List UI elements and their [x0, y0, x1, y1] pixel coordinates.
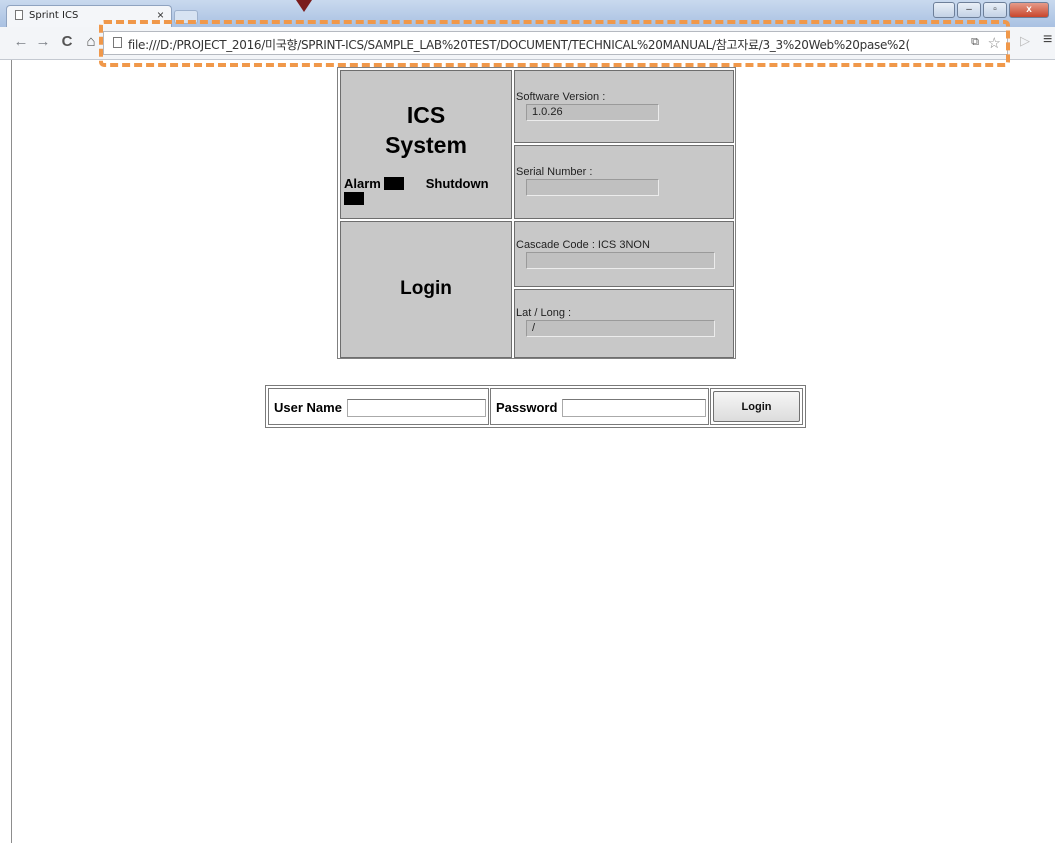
shutdown-indicator [344, 192, 364, 205]
serial-number-cell: Serial Number : [514, 145, 734, 219]
ics-system-cell: ICS System Alarm Shutdown [340, 70, 512, 219]
login-button[interactable]: Login [713, 391, 800, 422]
page-icon [15, 10, 23, 20]
software-version-label: Software Version : [516, 91, 606, 103]
page-viewport: ICS System Alarm Shutdown Software Versi… [0, 60, 1055, 843]
serial-number-label: Serial Number : [516, 166, 593, 178]
url-text[interactable]: file:///D:/PROJECT_2016/미국향/SPRINT-ICS/S… [128, 36, 968, 53]
lat-long-cell: Lat / Long : / [514, 289, 734, 358]
tab-close-icon[interactable]: × [157, 8, 164, 22]
address-bar[interactable]: file:///D:/PROJECT_2016/미국향/SPRINT-ICS/S… [103, 31, 1008, 55]
browser-toolbar: ← → C ⌂ file:///D:/PROJECT_2016/미국향/SPRI… [0, 27, 1055, 60]
lat-long-label: Lat / Long : [516, 307, 572, 319]
login-title: Login [400, 278, 452, 299]
forward-arrow-icon[interactable]: → [34, 33, 52, 50]
ics-status-panel: ICS System Alarm Shutdown Software Versi… [337, 67, 736, 359]
password-label: Password [496, 400, 558, 415]
extension-icon[interactable]: ▷ [1020, 33, 1030, 49]
minimize-button[interactable]: – [957, 2, 981, 18]
menu-icon[interactable]: ≡ [1043, 31, 1052, 49]
window-controls: – ▫ x [933, 2, 1049, 19]
ics-title-line1: ICS [406, 102, 446, 128]
user-name-cell: User Name [268, 388, 489, 425]
annotation-arrow [296, 0, 312, 12]
login-heading-cell: Login [340, 221, 512, 358]
back-arrow-icon[interactable]: ← [12, 33, 30, 50]
serial-number-field [526, 179, 659, 196]
bookmark-star-icon[interactable]: ☆ [988, 34, 1001, 52]
alarm-label: Alarm [344, 176, 381, 191]
new-tab-button[interactable] [174, 10, 198, 24]
ics-title-line2: System [385, 132, 467, 158]
cascade-code-field [526, 252, 715, 269]
cascade-code-label: Cascade Code : ICS 3NON [516, 239, 650, 251]
cascade-code-cell: Cascade Code : ICS 3NON [514, 221, 734, 287]
user-name-input[interactable] [347, 399, 486, 417]
login-form: User Name Password Login [265, 385, 806, 428]
window-titlebar: Sprint ICS × – ▫ x [0, 0, 1055, 27]
user-name-label: User Name [274, 400, 342, 415]
page-left-border [11, 60, 12, 843]
user-icon[interactable] [933, 2, 955, 18]
translate-icon[interactable]: ⧉ [971, 36, 979, 49]
page-icon [113, 37, 122, 48]
password-input[interactable] [562, 399, 706, 417]
shutdown-label: Shutdown [425, 176, 489, 191]
software-version-cell: Software Version : 1.0.26 [514, 70, 734, 143]
browser-tab[interactable]: Sprint ICS × [6, 5, 172, 27]
password-cell: Password [490, 388, 709, 425]
reload-icon[interactable]: C [58, 33, 76, 50]
close-window-button[interactable]: x [1009, 2, 1049, 18]
software-version-field: 1.0.26 [526, 104, 659, 121]
tab-title: Sprint ICS [29, 10, 79, 21]
login-button-cell: Login [710, 388, 803, 425]
home-icon[interactable]: ⌂ [82, 33, 100, 50]
lat-long-field: / [526, 320, 715, 337]
status-indicators: Alarm Shutdown [344, 176, 511, 206]
maximize-button[interactable]: ▫ [983, 2, 1007, 18]
alarm-indicator [384, 177, 405, 190]
